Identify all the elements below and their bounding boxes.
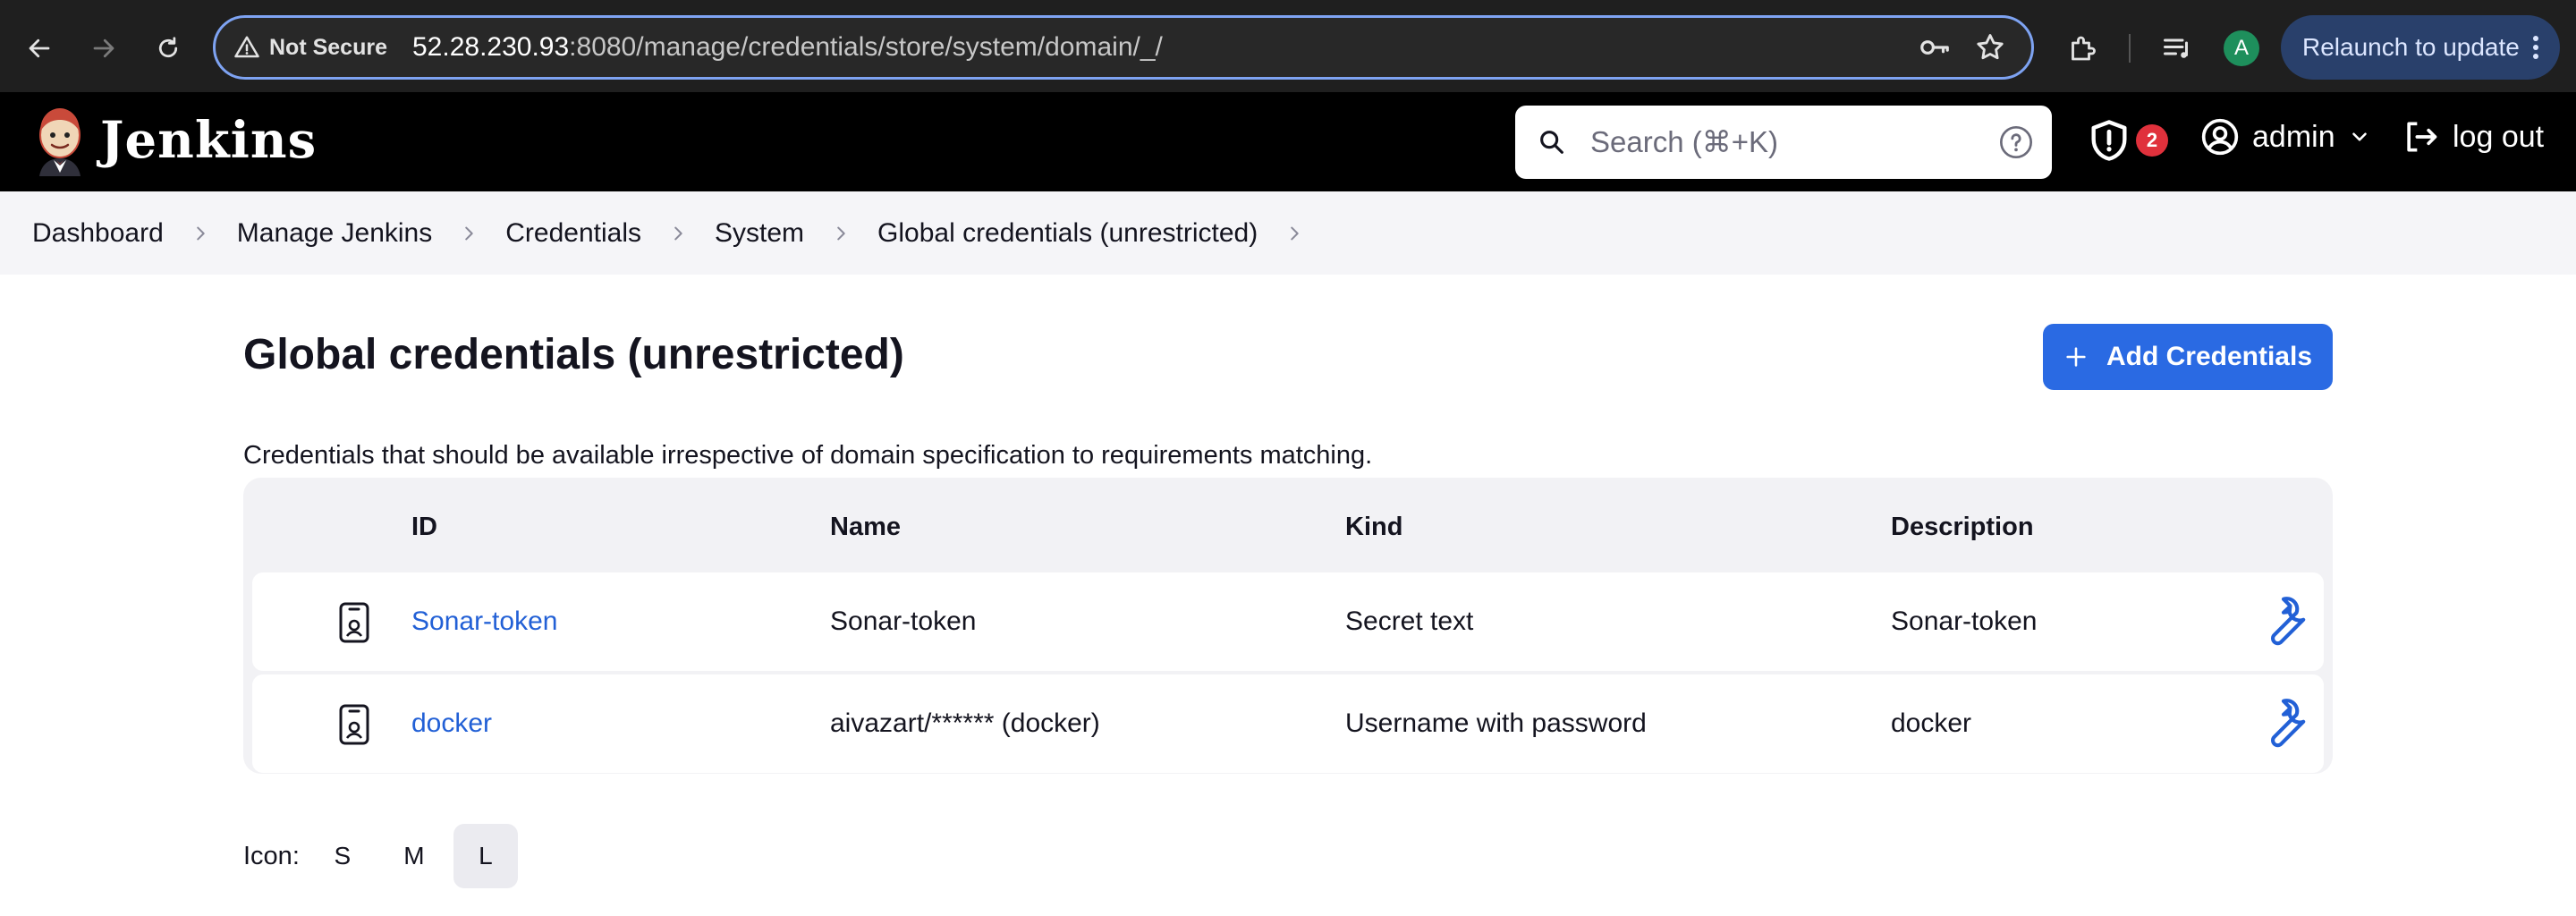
- jenkins-logo-text: Jenkins: [100, 111, 318, 170]
- relaunch-to-update-button[interactable]: Relaunch to update: [2281, 15, 2560, 80]
- logout-icon: [2407, 122, 2437, 152]
- profile-avatar[interactable]: A: [2224, 30, 2259, 66]
- table-header: ID Name Kind Description: [243, 478, 2333, 558]
- column-header-description[interactable]: Description: [1891, 478, 2034, 576]
- credential-kind: Secret text: [1345, 606, 1474, 636]
- reload-icon: [158, 37, 178, 58]
- relaunch-label: Relaunch to update: [2302, 33, 2520, 61]
- forward-arrow-icon: [93, 38, 114, 58]
- add-credentials-label: Add Credentials: [2106, 342, 2313, 371]
- credentials-table: ID Name Kind Description Sonar-token Son…: [243, 478, 2333, 774]
- table-row: Sonar-token Sonar-token Secret text Sona…: [252, 572, 2324, 671]
- credential-name: aivazart/****** (docker): [830, 708, 1100, 738]
- back-button[interactable]: [16, 25, 63, 72]
- user-menu[interactable]: admin: [2200, 117, 2371, 157]
- icon-size-selector: Icon: S M L: [243, 824, 518, 888]
- credential-description: docker: [1891, 708, 1972, 738]
- logout-label: log out: [2453, 119, 2545, 154]
- chevron-right-icon: [668, 224, 688, 243]
- jenkins-butler-logo-icon: [39, 108, 80, 176]
- search-placeholder: Search (⌘+K): [1590, 125, 1778, 158]
- icon-size-label: Icon:: [243, 841, 300, 870]
- credential-id-link[interactable]: docker: [411, 674, 492, 773]
- security-count-badge[interactable]: 2: [2136, 124, 2168, 157]
- bookmark-star-icon[interactable]: [1970, 28, 2010, 67]
- wrench-icon[interactable]: [2256, 592, 2311, 655]
- url-path: :8080/manage/credentials/store/system/do…: [569, 32, 1163, 62]
- url-text[interactable]: 52.28.230.93:8080/manage/credentials/sto…: [412, 18, 1163, 77]
- user-avatar-icon: [2201, 118, 2239, 156]
- chevron-down-icon: [2351, 132, 2367, 141]
- extensions-puzzle-icon[interactable]: [2059, 25, 2106, 72]
- chevron-right-icon: [459, 224, 479, 243]
- chevron-right-icon: [831, 224, 851, 243]
- icon-size-m-button[interactable]: M: [382, 824, 446, 888]
- warning-icon: [234, 36, 259, 58]
- chevron-right-icon[interactable]: [1284, 224, 1304, 243]
- page-description: Credentials that should be available irr…: [243, 441, 1373, 470]
- back-arrow-icon: [29, 38, 50, 58]
- more-menu-icon[interactable]: [2531, 35, 2540, 66]
- page-title: Global credentials (unrestricted): [243, 331, 904, 378]
- logout-link[interactable]: log out: [2401, 117, 2544, 157]
- reload-button[interactable]: [145, 25, 191, 72]
- toolbar-divider: [2129, 34, 2131, 63]
- jenkins-home-link[interactable]: Jenkins: [32, 105, 317, 176]
- breadcrumb-credentials[interactable]: Credentials: [505, 218, 641, 249]
- credential-device-icon: [338, 602, 370, 650]
- help-question-icon[interactable]: [1998, 124, 2034, 165]
- breadcrumb: Dashboard Manage Jenkins Credentials Sys…: [0, 191, 2576, 275]
- icon-size-s-button[interactable]: S: [310, 824, 375, 888]
- search-box[interactable]: Search (⌘+K): [1515, 106, 2052, 179]
- add-credentials-button[interactable]: Add Credentials: [2043, 324, 2333, 390]
- column-header-name[interactable]: Name: [830, 478, 901, 576]
- forward-button[interactable]: [80, 25, 127, 72]
- breadcrumb-dashboard[interactable]: Dashboard: [32, 218, 164, 249]
- jenkins-header: Jenkins Search (⌘+K) 2 admin log out: [0, 92, 2576, 191]
- table-row: docker aivazart/****** (docker) Username…: [252, 674, 2324, 773]
- not-secure-label: Not Secure: [269, 34, 387, 60]
- chevron-right-icon: [191, 224, 210, 243]
- security-shield-icon[interactable]: [2086, 117, 2132, 164]
- breadcrumb-global-credentials[interactable]: Global credentials (unrestricted): [877, 218, 1258, 249]
- wrench-icon[interactable]: [2256, 694, 2311, 757]
- address-bar[interactable]: Not Secure 52.28.230.93:8080/manage/cred…: [213, 15, 2034, 80]
- credential-kind: Username with password: [1345, 708, 1647, 738]
- credential-device-icon: [338, 704, 370, 752]
- password-key-icon[interactable]: [1915, 28, 1954, 67]
- column-header-id[interactable]: ID: [411, 478, 437, 576]
- url-host: 52.28.230.93: [412, 32, 570, 62]
- site-security-chip[interactable]: Not Secure: [233, 18, 387, 77]
- media-playlist-icon[interactable]: [2154, 25, 2200, 72]
- credential-id-link[interactable]: Sonar-token: [411, 572, 557, 671]
- user-name: admin: [2252, 119, 2335, 154]
- column-header-kind[interactable]: Kind: [1345, 478, 1402, 576]
- icon-size-l-button[interactable]: L: [453, 824, 518, 888]
- credential-name: Sonar-token: [830, 606, 977, 636]
- credential-description: Sonar-token: [1891, 606, 2038, 636]
- breadcrumb-manage-jenkins[interactable]: Manage Jenkins: [237, 218, 432, 249]
- search-icon: [1537, 127, 1567, 162]
- plus-icon: [2066, 347, 2086, 367]
- breadcrumb-system[interactable]: System: [715, 218, 804, 249]
- browser-toolbar: Not Secure 52.28.230.93:8080/manage/cred…: [0, 0, 2576, 92]
